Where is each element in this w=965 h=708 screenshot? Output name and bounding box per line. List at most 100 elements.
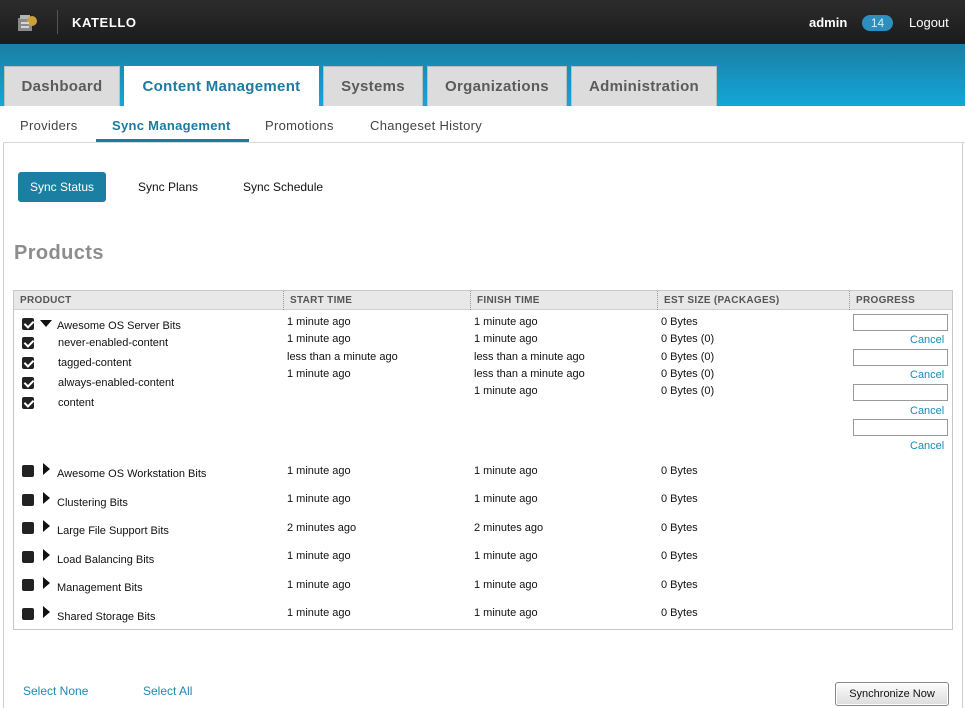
subtab-providers[interactable]: Providers xyxy=(20,118,78,133)
start-time: 1 minute ago xyxy=(287,607,351,619)
finish-time: less than a minute ago xyxy=(474,368,585,380)
est-size: 0 Bytes xyxy=(661,493,698,505)
est-size: 0 Bytes xyxy=(661,465,698,477)
finish-time: 1 minute ago xyxy=(474,493,538,505)
repo-name: never-enabled-content xyxy=(58,337,169,349)
product-checkbox[interactable] xyxy=(22,494,34,506)
col-est-size[interactable]: EST SIZE (PACKAGES) xyxy=(657,291,849,310)
start-time: 1 minute ago xyxy=(287,493,351,505)
repo-checkbox[interactable] xyxy=(22,337,34,349)
est-size: 0 Bytes (0) xyxy=(661,351,715,363)
current-user[interactable]: admin xyxy=(809,15,847,30)
select-none-link[interactable]: Select None xyxy=(23,684,88,698)
start-time: less than a minute ago xyxy=(287,351,398,363)
est-size: 0 Bytes (0) xyxy=(661,385,715,397)
tab-administration[interactable]: Administration xyxy=(571,66,717,106)
product-checkbox[interactable] xyxy=(22,608,34,620)
est-size: 0 Bytes xyxy=(661,316,698,328)
select-all-link[interactable]: Select All xyxy=(143,684,192,698)
expand-arrow-icon[interactable] xyxy=(43,520,50,532)
page-title: Products xyxy=(14,242,104,264)
col-start-time[interactable]: START TIME xyxy=(283,291,470,310)
product-name: Large File Support Bits xyxy=(57,525,169,537)
col-product[interactable]: PRODUCT xyxy=(14,291,283,310)
repo-name: tagged-content xyxy=(58,357,132,369)
finish-time: less than a minute ago xyxy=(474,351,585,363)
finish-time: 1 minute ago xyxy=(474,465,538,477)
tab-dashboard[interactable]: Dashboard xyxy=(4,66,120,106)
start-time: 1 minute ago xyxy=(287,368,351,380)
col-progress[interactable]: PROGRESS xyxy=(849,291,952,310)
finish-time: 1 minute ago xyxy=(474,385,538,397)
finish-time: 2 minutes ago xyxy=(474,522,544,534)
finish-time: 1 minute ago xyxy=(474,333,538,345)
katello-logo-icon[interactable] xyxy=(15,10,39,34)
start-time: 1 minute ago xyxy=(287,550,351,562)
product-checkbox[interactable] xyxy=(22,318,34,330)
col-finish-time[interactable]: FINISH TIME xyxy=(470,291,657,310)
start-time: 1 minute ago xyxy=(287,579,351,591)
product-name: Awesome OS Server Bits xyxy=(57,320,181,332)
tab-organizations[interactable]: Organizations xyxy=(427,66,567,106)
progress-bar xyxy=(853,349,948,366)
product-checkbox[interactable] xyxy=(22,522,34,534)
start-time: 1 minute ago xyxy=(287,316,351,328)
progress-bar xyxy=(853,314,948,331)
cancel-link[interactable]: Cancel xyxy=(910,369,944,381)
tab-systems[interactable]: Systems xyxy=(323,66,423,106)
start-time: 1 minute ago xyxy=(287,465,351,477)
subtab-promotions[interactable]: Promotions xyxy=(265,118,334,133)
est-size: 0 Bytes xyxy=(661,607,698,619)
est-size: 0 Bytes (0) xyxy=(661,368,715,380)
product-checkbox[interactable] xyxy=(22,579,34,591)
product-name: Awesome OS Workstation Bits xyxy=(57,468,207,480)
start-time: 2 minutes ago xyxy=(287,522,357,534)
subtab-changeset-history[interactable]: Changeset History xyxy=(370,118,482,133)
expand-arrow-icon[interactable] xyxy=(43,549,50,561)
subtab-sync-management[interactable]: Sync Management xyxy=(112,118,231,133)
logo-divider xyxy=(57,10,58,34)
product-name: Management Bits xyxy=(57,582,143,594)
notifications-badge[interactable]: 14 xyxy=(862,15,893,31)
est-size: 0 Bytes (0) xyxy=(661,333,715,345)
brand-name[interactable]: KATELLO xyxy=(72,15,137,30)
logout-link[interactable]: Logout xyxy=(909,15,949,30)
product-name: Shared Storage Bits xyxy=(57,611,156,623)
collapse-arrow-icon[interactable] xyxy=(40,320,52,327)
progress-bar xyxy=(853,419,948,436)
active-subtab-indicator xyxy=(96,139,249,142)
repo-name: content xyxy=(58,397,95,409)
finish-time: 1 minute ago xyxy=(474,550,538,562)
pill-sync-schedule[interactable]: Sync Schedule xyxy=(243,172,323,202)
expand-arrow-icon[interactable] xyxy=(43,463,50,475)
product-name: Clustering Bits xyxy=(57,497,128,509)
pill-sync-status[interactable]: Sync Status xyxy=(18,172,106,202)
est-size: 0 Bytes xyxy=(661,522,698,534)
progress-bar xyxy=(853,384,948,401)
synchronize-now-button[interactable]: Synchronize Now xyxy=(835,682,949,706)
start-time: 1 minute ago xyxy=(287,333,351,345)
product-checkbox[interactable] xyxy=(22,465,34,477)
repo-name: always-enabled-content xyxy=(58,377,175,389)
cancel-link[interactable]: Cancel xyxy=(910,405,944,417)
est-size: 0 Bytes xyxy=(661,550,698,562)
cancel-link[interactable]: Cancel xyxy=(910,440,944,452)
tab-content-management[interactable]: Content Management xyxy=(124,66,319,107)
repo-checkbox[interactable] xyxy=(22,357,34,369)
sub-nav: Providers Sync Management Promotions Cha… xyxy=(3,106,965,143)
expand-arrow-icon[interactable] xyxy=(43,606,50,618)
expand-arrow-icon[interactable] xyxy=(43,577,50,589)
top-bar: KATELLO admin 14 Logout xyxy=(0,0,965,44)
product-name: Load Balancing Bits xyxy=(57,554,155,566)
table-header: PRODUCT START TIME FINISH TIME EST SIZE … xyxy=(14,291,952,310)
pill-sync-plans[interactable]: Sync Plans xyxy=(138,172,198,202)
finish-time: 1 minute ago xyxy=(474,579,538,591)
est-size: 0 Bytes xyxy=(661,579,698,591)
finish-time: 1 minute ago xyxy=(474,607,538,619)
expand-arrow-icon[interactable] xyxy=(43,492,50,504)
cancel-link[interactable]: Cancel xyxy=(910,334,944,346)
product-checkbox[interactable] xyxy=(22,551,34,563)
repo-checkbox[interactable] xyxy=(22,377,34,389)
finish-time: 1 minute ago xyxy=(474,316,538,328)
repo-checkbox[interactable] xyxy=(22,397,34,409)
